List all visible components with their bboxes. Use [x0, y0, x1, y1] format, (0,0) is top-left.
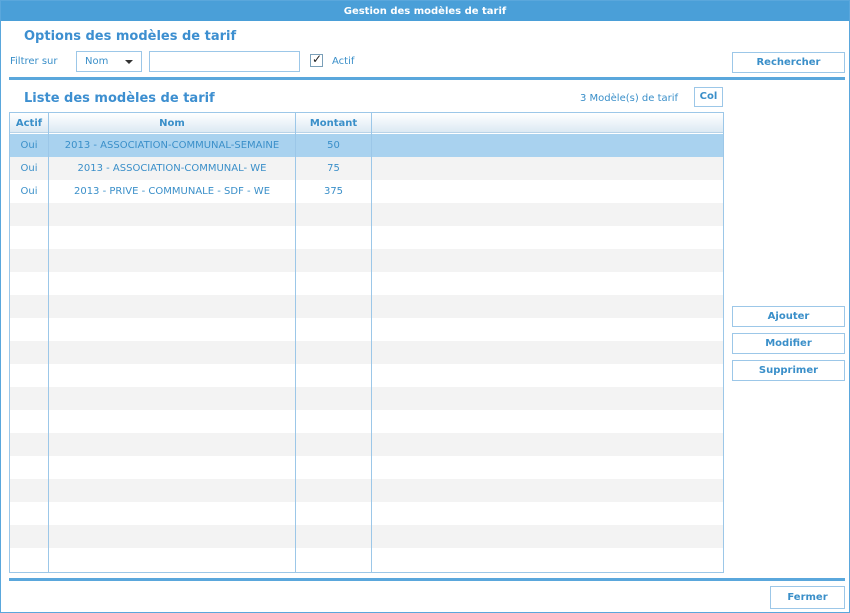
list-section-title: Liste des modèles de tarif [24, 91, 215, 106]
cell-nom: 2013 - PRIVE - COMMUNALE - SDF - WE [73, 186, 271, 197]
empty-table-row [10, 249, 723, 272]
window-title: Gestion des modèles de tarif [1, 1, 849, 21]
column-divider [48, 113, 49, 572]
cell-nom: 2013 - ASSOCIATION-COMMUNAL- WE [77, 163, 267, 174]
cell-montant: 50 [327, 140, 340, 151]
cell-montant: 375 [323, 186, 344, 197]
empty-table-row [10, 341, 723, 364]
empty-table-row [10, 295, 723, 318]
cell-nom: 2013 - ASSOCIATION-COMMUNAL-SEMAINE [64, 140, 280, 151]
empty-table-row [10, 433, 723, 456]
empty-table-row [10, 479, 723, 502]
active-checkbox[interactable]: ✓ [310, 52, 323, 67]
checkmark-icon: ✓ [312, 52, 323, 66]
filter-label: Filtrer sur [10, 56, 58, 67]
options-section-title: Options des modèles de tarif [24, 29, 237, 44]
active-checkbox-label: Actif [332, 56, 355, 67]
chevron-down-icon [125, 60, 133, 64]
record-count-label: 3 Modèle(s) de tarif [580, 93, 679, 104]
filter-value-input[interactable] [149, 51, 300, 72]
filter-field-select[interactable]: Nom [76, 51, 142, 72]
empty-table-row [10, 525, 723, 548]
close-button[interactable]: Fermer [770, 586, 845, 609]
filter-field-value: Nom [85, 56, 109, 67]
empty-table-row [10, 364, 723, 387]
tariff-model-window: Gestion des modèles de tarif Options des… [0, 0, 850, 613]
table-row[interactable]: Oui 2013 - ASSOCIATION-COMMUNAL-SEMAINE 50 [10, 134, 723, 157]
add-button[interactable]: Ajouter [732, 306, 845, 327]
column-divider [371, 113, 372, 572]
options-divider [9, 77, 845, 80]
column-header-nom[interactable]: Nom [49, 113, 295, 133]
column-header-actif[interactable]: Actif [10, 113, 48, 133]
empty-table-row [10, 410, 723, 433]
cell-actif: Oui [20, 186, 38, 197]
empty-table-row [10, 502, 723, 525]
table-row[interactable]: Oui 2013 - ASSOCIATION-COMMUNAL- WE 75 [10, 157, 723, 180]
table-row[interactable]: Oui 2013 - PRIVE - COMMUNALE - SDF - WE 37… [10, 180, 723, 203]
columns-button[interactable]: Col [694, 87, 723, 107]
empty-table-row [10, 272, 723, 295]
tariff-model-table: Oui 2013 - ASSOCIATION-COMMUNAL-SEMAINE 50… [9, 112, 724, 573]
empty-table-row [10, 318, 723, 341]
empty-table-row [10, 203, 723, 226]
footer-divider [9, 578, 845, 581]
cell-montant: 75 [327, 163, 340, 174]
table-header: Actif Nom Montant [10, 113, 723, 133]
cell-actif: Oui [20, 163, 38, 174]
column-divider [295, 113, 296, 572]
column-header-montant[interactable]: Montant [296, 113, 371, 133]
edit-button[interactable]: Modifier [732, 333, 845, 354]
empty-table-row [10, 226, 723, 249]
delete-button[interactable]: Supprimer [732, 360, 845, 381]
empty-table-row [10, 548, 723, 571]
search-button[interactable]: Rechercher [732, 52, 845, 73]
cell-actif: Oui [20, 140, 38, 151]
empty-table-row [10, 387, 723, 410]
empty-table-row [10, 456, 723, 479]
